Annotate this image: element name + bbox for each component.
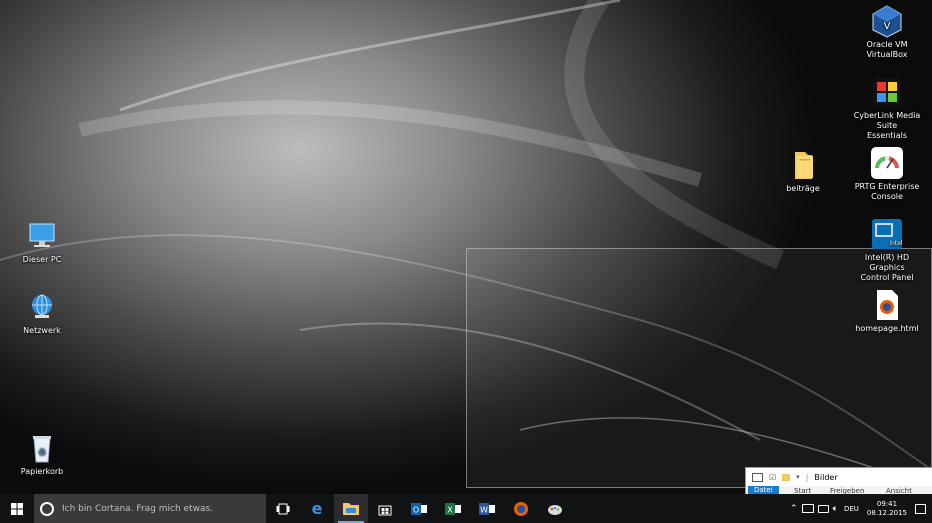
svg-text:V: V [884, 21, 891, 32]
folder-icon [786, 148, 820, 182]
firefox-html-icon [870, 288, 904, 322]
desktop-icon-cyberlink[interactable]: CyberLink Media Suite Essentials [846, 75, 928, 141]
system-tray: ⌃ 🔈︎ DEU 09:41 08.12.2015 [790, 494, 932, 523]
desktop-icon-label: Control Panel [860, 273, 914, 282]
paint-button[interactable] [538, 494, 572, 523]
svg-text:♻: ♻ [38, 448, 46, 458]
desktop-icon-label: Intel(R) HD Graphics [864, 253, 910, 272]
search-placeholder: Ich bin Cortana. Frag mich etwas. [62, 503, 214, 514]
word-button[interactable]: W [470, 494, 504, 523]
recycle-bin-icon: ♻ [25, 431, 59, 465]
cyberlink-puzzle-icon [870, 75, 904, 109]
desktop-icon-netzwerk[interactable]: Netzwerk [1, 290, 83, 336]
file-explorer-button[interactable] [334, 494, 368, 523]
svg-text:O: O [413, 505, 419, 514]
excel-icon: X [445, 502, 461, 515]
desktop-icon-virtualbox[interactable]: V Oracle VM VirtualBox [846, 4, 928, 60]
clock[interactable]: 09:41 08.12.2015 [867, 500, 907, 518]
task-view-button[interactable] [266, 494, 300, 523]
network-icon[interactable] [801, 504, 814, 513]
cortana-search-box[interactable]: Ich bin Cortana. Frag mich etwas. [34, 494, 266, 523]
folder-icon [782, 473, 791, 481]
file-explorer-icon [343, 503, 359, 515]
outlook-button[interactable]: O [402, 494, 436, 523]
desktop-icon-label: Netzwerk [23, 326, 61, 335]
word-icon: W [479, 502, 495, 515]
explorer-window-preview[interactable]: ☑ ▾ | Bilder Datei Start Freigeben Ansic… [745, 467, 932, 495]
excel-button[interactable]: X [436, 494, 470, 523]
separator: | [805, 472, 809, 482]
desktop-icon-label: homepage.html [855, 324, 919, 333]
desktop-icon-homepage[interactable]: homepage.html [846, 288, 928, 334]
cortana-circle-icon [40, 501, 54, 516]
virtualbox-icon: V [870, 4, 904, 38]
computer-icon [25, 219, 59, 253]
desktop-icon-label: CyberLink Media Suite [853, 111, 921, 130]
paint-icon [548, 504, 562, 515]
desktop-icon-label: PRTG Enterprise [854, 182, 920, 191]
store-icon [378, 505, 392, 515]
show-hidden-icons-chevron-icon[interactable]: ⌃ [790, 504, 798, 514]
desktop-icon-label: Dieser PC [22, 255, 62, 264]
language-indicator[interactable]: DEU [844, 505, 859, 513]
svg-text:W: W [480, 505, 488, 514]
clock-date: 08.12.2015 [866, 508, 907, 517]
prtg-gauge-icon [870, 146, 904, 180]
properties-check-icon[interactable]: ☑ [769, 473, 776, 482]
svg-text:intel: intel [889, 240, 903, 247]
quick-access-dropdown-icon[interactable]: ▾ [796, 473, 800, 481]
edge-button[interactable]: e [300, 494, 334, 523]
store-button[interactable] [368, 494, 402, 523]
desktop-icon-label: Oracle VM VirtualBox [866, 40, 908, 59]
window-menu-icon[interactable] [752, 472, 763, 482]
desktop-icon-label: Console [871, 192, 903, 201]
desktop-icon-prtg[interactable]: PRTG Enterprise Console [846, 146, 928, 202]
desktop-icon-label: Essentials [866, 131, 908, 140]
battery-icon[interactable] [817, 504, 829, 513]
desktop-icon-label: Papierkorb [20, 467, 64, 476]
start-button[interactable] [0, 494, 34, 523]
selection-rectangle [466, 248, 932, 488]
desktop-icon-papierkorb[interactable]: ♻ Papierkorb [1, 431, 83, 477]
desktop-icon-beitraege[interactable]: beiträge [762, 148, 844, 194]
desktop-icon-dieser-pc[interactable]: Dieser PC [1, 219, 83, 265]
svg-text:X: X [447, 505, 453, 514]
network-globe-icon [25, 290, 59, 324]
volume-icon[interactable]: 🔈︎ [833, 504, 838, 514]
action-center-icon[interactable] [915, 503, 926, 514]
clock-time: 09:41 [876, 499, 898, 508]
intel-graphics-icon: intel [870, 217, 904, 251]
desktop-icon-intel-graphics[interactable]: intel Intel(R) HD Graphics Control Panel [846, 217, 928, 283]
task-view-icon [276, 503, 290, 514]
edge-icon: e [311, 499, 323, 518]
window-title: Bilder [814, 472, 838, 482]
firefox-icon [514, 501, 528, 516]
taskbar: Ich bin Cortana. Frag mich etwas. e O X [0, 494, 932, 523]
outlook-icon: O [411, 502, 427, 515]
desktop[interactable]: V Oracle VM VirtualBox CyberLink Media S… [0, 0, 932, 495]
firefox-button[interactable] [504, 494, 538, 523]
desktop-icon-label: beiträge [786, 184, 820, 193]
windows-start-icon [11, 502, 23, 515]
